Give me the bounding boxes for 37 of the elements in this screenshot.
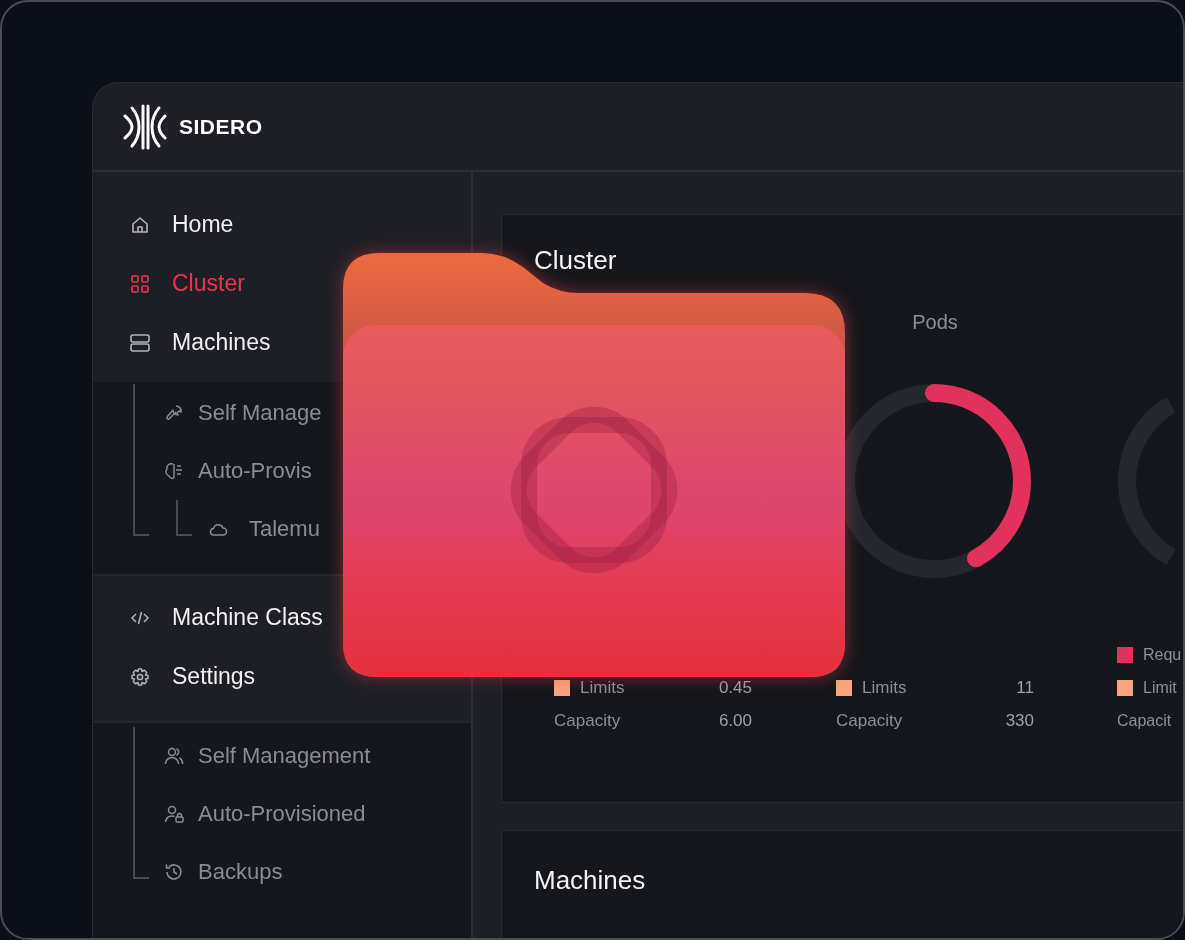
sidebar-subitem[interactable]: Auto-Provis <box>164 458 312 484</box>
legend-value: 6.00 <box>718 710 752 731</box>
legend-value: 0.45 <box>718 677 752 698</box>
legend-value: 11 <box>1016 677 1034 698</box>
legend-label: Capacity <box>836 710 903 731</box>
legend-value: 330 <box>1005 710 1034 731</box>
legend-label: Limits <box>580 677 625 698</box>
server-icon <box>130 332 150 353</box>
grid-icon <box>130 273 150 294</box>
sidebar-subitem[interactable]: Self Manage <box>164 400 322 426</box>
sidebar-item[interactable]: Machine Class <box>130 604 323 631</box>
sidebar-subitem[interactable]: Auto-Provisioned <box>164 801 366 827</box>
settings-icon <box>130 666 150 687</box>
logo-icon <box>123 103 167 150</box>
sidebar-item[interactable]: Cluster <box>130 270 245 297</box>
legend-label: Capacity <box>554 710 621 731</box>
tree-line <box>176 500 192 536</box>
home-icon <box>130 214 150 235</box>
legend-label: Limit <box>1143 678 1177 697</box>
brand-name: SIDERO <box>179 114 263 139</box>
legend-label: Limits <box>862 677 907 698</box>
sidebar-subitem[interactable]: Self Management <box>164 743 371 769</box>
user-lock-icon <box>164 804 184 824</box>
sidebar-item[interactable]: Machines <box>130 329 271 356</box>
wrench-icon <box>164 403 184 423</box>
card-title: Machines <box>534 865 647 895</box>
users-icon <box>164 746 184 766</box>
sidebar-item[interactable]: Settings <box>130 663 256 690</box>
legend-label: Capacit <box>1117 711 1172 730</box>
sidebar-subitem[interactable]: Talemu <box>208 516 320 542</box>
legend-label: Requ <box>1143 645 1182 664</box>
history-icon <box>164 862 184 882</box>
sidebar-subitem[interactable]: Backups <box>164 859 283 885</box>
sidebar-item[interactable]: Home <box>130 211 234 238</box>
card-title: Cluster <box>534 245 618 275</box>
chart-title: Pods <box>911 310 959 335</box>
brain-icon <box>164 461 184 481</box>
